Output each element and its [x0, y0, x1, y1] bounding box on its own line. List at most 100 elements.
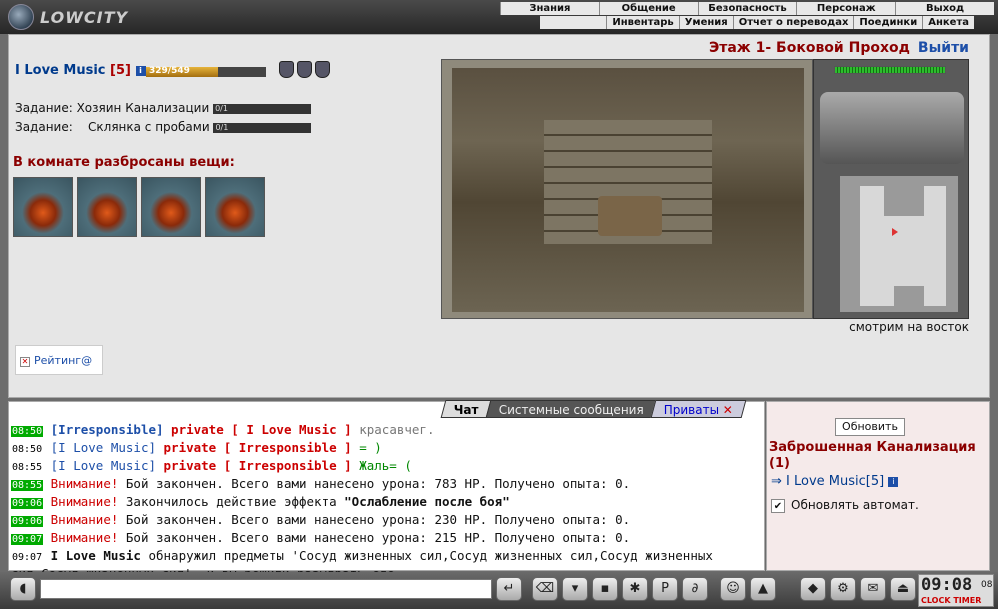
smiley-icon[interactable]: ☺ — [720, 577, 746, 601]
chat-text: private [ Irresponsible ] — [156, 458, 352, 473]
minimap — [840, 176, 958, 312]
shield-icon[interactable] — [279, 61, 294, 78]
floor-name: Этаж 1- Боковой Проход — [708, 40, 910, 56]
dungeon-scene[interactable] — [452, 68, 804, 312]
auto-refresh-checkbox[interactable]: ✔ Обновлять автомат. — [771, 498, 919, 513]
rating-label: Рейтинг@ — [34, 354, 93, 367]
refresh-button[interactable]: Обновить — [835, 418, 905, 436]
compass-control[interactable] — [820, 92, 964, 164]
chat-line: 08:55 Внимание! Бой закончен. Всего вами… — [11, 476, 751, 494]
chat-text: I Love Music — [50, 548, 141, 563]
chat-text: . Получено опыта: — [479, 512, 616, 527]
mail-icon[interactable]: ✉ — [860, 577, 886, 601]
item-life-vial[interactable] — [13, 177, 73, 237]
save-icon[interactable]: ▪ — [592, 577, 618, 601]
chat-text: [I Love Music] — [50, 458, 156, 473]
clock-timer[interactable]: 09:08 08 CLOCK TIMER — [918, 574, 994, 607]
status-badges — [279, 61, 330, 78]
tab-private[interactable]: Приваты ✕ — [650, 400, 747, 418]
alchemy-table[interactable] — [598, 196, 662, 236]
exit-link[interactable]: Выйти — [918, 40, 969, 56]
item-life-vial[interactable] — [141, 177, 201, 237]
chat-line: 08:50 [Irresponsible] private [ I Love M… — [11, 422, 751, 440]
nav-skills[interactable]: Умения — [678, 16, 733, 29]
chat-text: Внимание! — [50, 512, 119, 527]
send-icon[interactable]: ↵ — [496, 577, 522, 601]
items-header: В комнате разбросаны вещи: — [13, 155, 235, 170]
chat-text: . Получено опыта: — [479, 476, 616, 491]
nav-character[interactable]: Персонаж — [796, 2, 895, 15]
chat-text: 0 — [615, 512, 623, 527]
nav-social[interactable]: Общение — [598, 2, 698, 15]
info-icon[interactable]: i — [135, 65, 146, 76]
info-icon[interactable]: i — [888, 476, 899, 487]
logo-text: LOWCITY — [40, 8, 129, 27]
trade-icon[interactable]: ⚙ — [830, 577, 856, 601]
translit-icon[interactable]: P — [652, 577, 678, 601]
task-progress: 0/1 — [213, 103, 312, 114]
item-life-vial[interactable] — [77, 177, 137, 237]
chat-line: 09:06 Внимание! Закончилось действие эфф… — [11, 494, 751, 512]
task-label: Задание: Склянка с пробами — [15, 120, 210, 134]
helmet-icon[interactable]: ▲ — [750, 577, 776, 601]
guild-icon[interactable] — [297, 61, 312, 78]
sub-nav: Инвентарь Умения Отчет о переводах Поеди… — [540, 16, 974, 29]
chat-text: [Irresponsible] — [50, 422, 164, 437]
rank-icon[interactable] — [315, 61, 330, 78]
chat-timestamp: 09:06 — [11, 516, 44, 527]
chat-input[interactable] — [40, 579, 492, 599]
chat-text: = ) — [351, 440, 382, 455]
task-row: Задание: Склянка с пробами 0/1 — [15, 120, 312, 134]
location-title: Этаж 1- Боковой Проход Выйти — [709, 40, 969, 56]
nav-knowledge[interactable]: Знания — [500, 2, 599, 15]
nav-duels[interactable]: Поединки — [853, 16, 922, 29]
dungeon-view — [441, 59, 813, 319]
room-occupant[interactable]: ⇒ I Love Music[5] i — [771, 474, 899, 489]
player-info: I Love Music [5] i — [15, 63, 146, 78]
clock-seconds: 08 — [981, 580, 993, 590]
nav-transfers[interactable]: Отчет о переводах — [732, 16, 854, 29]
player-level: [5] — [110, 63, 131, 78]
chat-text: 783 HP — [434, 476, 480, 491]
figure-icon[interactable]: ✱ — [622, 577, 648, 601]
chat-line: 08:55 [I Love Music] private [ Irrespons… — [11, 458, 751, 476]
chat-text: Жаль= ( — [351, 458, 412, 473]
player-name[interactable]: I Love Music — [15, 63, 106, 78]
top-bar: LOWCITY Знания Общение Безопасность Перс… — [0, 0, 998, 34]
chat-log: 08:50 [Irresponsible] private [ I Love M… — [11, 422, 751, 582]
speaker-icon[interactable]: ◖ — [10, 577, 36, 601]
bag-icon[interactable]: ◆ — [800, 577, 826, 601]
chat-tabs: Чат Системные сообщения Приваты ✕ — [440, 400, 747, 418]
task-row: Задание: Хозяин Канализации 0/1 — [15, 101, 312, 115]
tab-system[interactable]: Системные сообщения — [485, 400, 658, 418]
minimap-grid — [840, 176, 958, 312]
rating-widget[interactable]: ✕ Рейтинг@ — [15, 345, 103, 375]
tab-chat[interactable]: Чат — [440, 400, 493, 418]
chat-text: Бой закончен. Всего вами нанесено урона: — [118, 476, 435, 491]
chat-line: 08:50 [I Love Music] private [ Irrespons… — [11, 440, 751, 458]
exit-icon[interactable]: ⏏ — [890, 577, 916, 601]
chat-text: . — [622, 512, 631, 527]
side-panel: Обновить Заброшенная Канализация (1) ⇒ I… — [766, 401, 990, 571]
chat-text: 0 — [615, 530, 623, 545]
chat-line: 09:06 Внимание! Бой закончен. Всего вами… — [11, 512, 751, 530]
eraser-icon[interactable]: ⌫ — [532, 577, 558, 601]
nav-exit[interactable]: Выход — [895, 2, 994, 15]
nav-inventory[interactable]: Инвентарь — [606, 16, 678, 29]
chat-text: Внимание! — [50, 530, 119, 545]
chat-text: private [ I Love Music ] — [163, 422, 352, 437]
room-name: Заброшенная Канализация (1) — [769, 440, 976, 471]
hp-text: 329/549 — [149, 66, 190, 76]
chat-text: 230 HP — [434, 512, 480, 527]
ear-icon[interactable]: ∂ — [682, 577, 708, 601]
direction-text: смотрим на восток — [849, 320, 969, 334]
chat-text: . — [622, 530, 631, 545]
chat-text: Закончилось действие эффекта — [118, 494, 345, 509]
main-panel: I Love Music [5] i 329/549 Задание: Хозя… — [8, 34, 990, 398]
chat-text: Внимание! — [50, 476, 119, 491]
nav-profile[interactable]: Анкета — [922, 16, 974, 29]
item-life-vial[interactable] — [205, 177, 265, 237]
bottom-toolbar: ◖ ↵ ⌫ ▾ ▪ ✱ P ∂ ☺ ▲ ◆ ⚙ ✉ ⏏ 09:08 08 CLO… — [0, 572, 998, 609]
filter-icon[interactable]: ▾ — [562, 577, 588, 601]
nav-security[interactable]: Безопасность — [697, 2, 797, 15]
